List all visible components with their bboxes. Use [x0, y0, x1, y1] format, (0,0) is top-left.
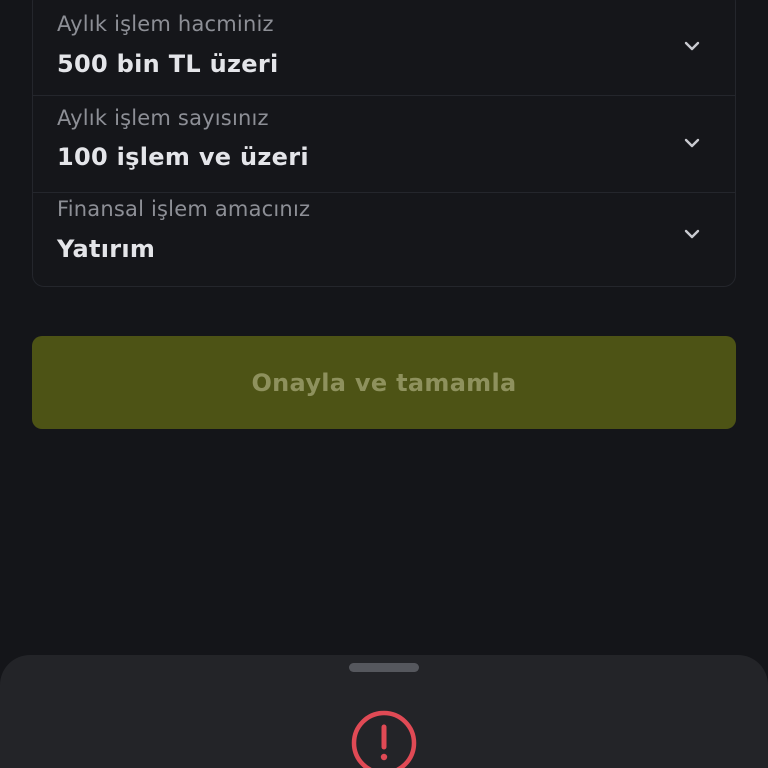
monthly-count-select[interactable]: Aylık işlem sayısınız 100 işlem ve üzeri: [33, 96, 735, 193]
chevron-down-icon: [684, 41, 700, 51]
sheet-drag-handle[interactable]: [349, 663, 419, 672]
bottom-sheet: [0, 655, 768, 768]
purpose-select[interactable]: Finansal işlem amacınız Yatırım: [33, 193, 735, 288]
financial-info-form: Aylık işlem hacminiz 500 bin TL üzeri Ay…: [32, 0, 736, 287]
chevron-down-icon: [684, 138, 700, 148]
monthly-volume-select[interactable]: Aylık işlem hacminiz 500 bin TL üzeri: [33, 0, 735, 96]
monthly-count-value: 100 işlem ve üzeri: [57, 143, 309, 171]
confirm-and-complete-button[interactable]: Onayla ve tamamla: [32, 336, 736, 429]
monthly-volume-label: Aylık işlem hacminiz: [57, 12, 274, 36]
chevron-down-icon: [684, 229, 700, 239]
purpose-value: Yatırım: [57, 235, 156, 263]
monthly-volume-value: 500 bin TL üzeri: [57, 50, 279, 78]
purpose-label: Finansal işlem amacınız: [57, 197, 311, 221]
monthly-count-label: Aylık işlem sayısınız: [57, 106, 269, 130]
alert-circle-icon: [351, 710, 417, 768]
screen: Aylık işlem hacminiz 500 bin TL üzeri Ay…: [0, 0, 768, 768]
